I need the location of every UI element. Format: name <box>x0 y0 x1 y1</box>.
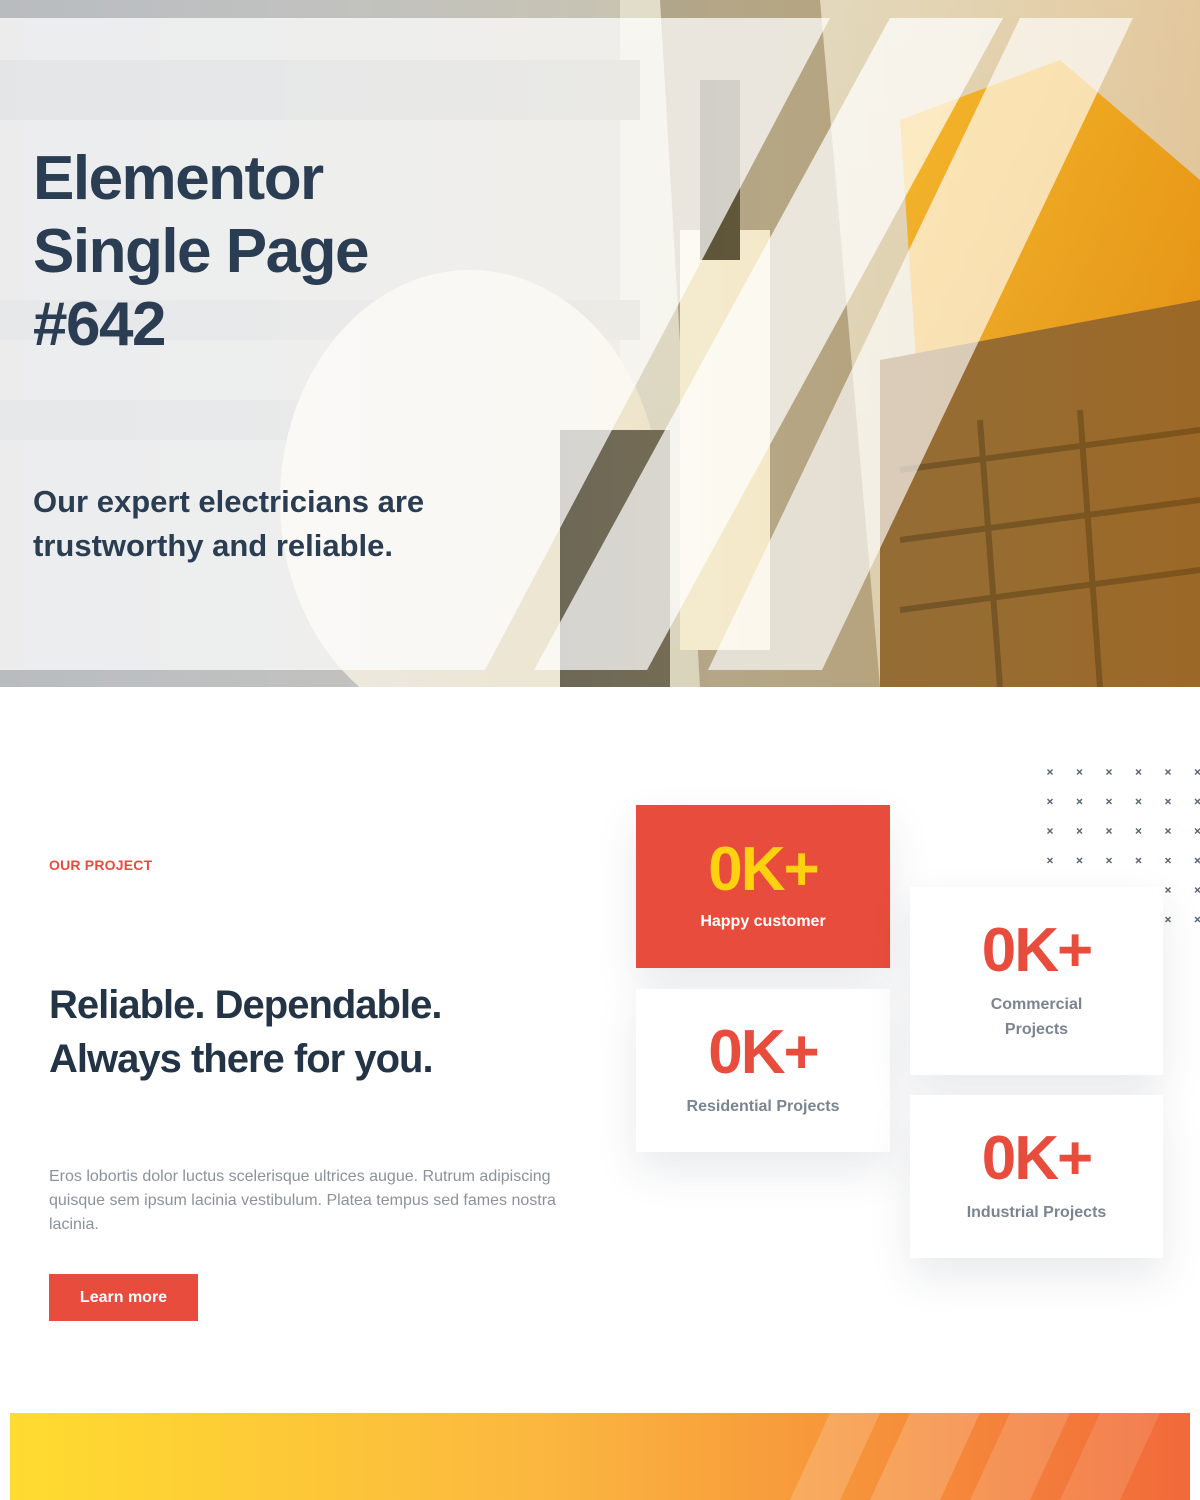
cross-mark <box>1135 769 1142 775</box>
stat-value: 0K+ <box>708 1018 819 1087</box>
stat-value: 0K+ <box>981 916 1093 985</box>
stat-value: 0K+ <box>708 835 819 904</box>
cross-mark <box>1135 798 1142 805</box>
cross-mark <box>1106 769 1112 775</box>
cross-mark <box>1076 769 1083 775</box>
hero-title-line: Elementor <box>33 144 324 213</box>
cross-mark <box>1047 798 1053 805</box>
section-title-line: Reliable. Dependable. <box>49 983 442 1027</box>
stat-label: Commercial Projects <box>990 996 1083 1038</box>
cross-mark <box>1135 857 1142 864</box>
cross-mark <box>1076 857 1083 864</box>
stat-card-happy-customer: 0K+ Happy customer <box>636 805 890 968</box>
cross-mark <box>1076 828 1083 834</box>
learn-more-button[interactable]: Learn more <box>49 1274 198 1321</box>
cta-band <box>10 1413 1190 1500</box>
cross-mark <box>1106 828 1112 834</box>
hero-title-line: #642 <box>33 290 166 359</box>
stat-label: Industrial Projects <box>966 1204 1107 1221</box>
cross-mark <box>1165 916 1171 923</box>
stat-value: 0K+ <box>981 1124 1093 1193</box>
stat-label: Residential Projects <box>686 1098 840 1115</box>
cross-mark <box>1165 828 1171 834</box>
cross-mark <box>1194 798 1200 805</box>
hero-section: Elementor Single Page #642 Our expert el… <box>0 0 1200 687</box>
cross-mark <box>1194 916 1200 923</box>
hero-title-line: Single Page <box>33 217 369 286</box>
hero-subtitle-line: trustworthy and reliable. <box>33 528 394 563</box>
hero-subtitle-line: Our expert electricians are <box>33 484 425 519</box>
stat-card-residential: 0K+ Residential Projects <box>636 989 890 1152</box>
cross-mark <box>1194 769 1200 775</box>
cross-mark <box>1047 828 1053 834</box>
hero-subtitle: Our expert electricians are trustworthy … <box>33 480 493 568</box>
cross-mark <box>1194 828 1200 834</box>
cross-mark <box>1135 828 1142 834</box>
stat-card-industrial: 0K+ Industrial Projects <box>910 1095 1163 1258</box>
cross-mark <box>1165 887 1171 893</box>
section-title: Reliable. Dependable. Always there for y… <box>49 978 569 1086</box>
stat-label: Happy customer <box>700 913 826 930</box>
stat-card-commercial: 0K+ Commercial Projects <box>910 887 1163 1075</box>
cross-mark <box>1165 798 1171 805</box>
cross-mark <box>1106 857 1112 864</box>
hero-title: Elementor Single Page #642 <box>33 142 553 361</box>
cross-mark <box>1047 769 1053 775</box>
cross-mark <box>1194 857 1200 864</box>
cross-mark <box>1076 798 1083 805</box>
cross-mark <box>1194 887 1200 893</box>
cross-mark <box>1165 769 1171 775</box>
cross-mark <box>1106 798 1112 805</box>
section-title-line: Always there for you. <box>49 1037 434 1081</box>
cross-mark <box>1047 857 1053 864</box>
section-eyebrow: OUR PROJECT <box>49 857 153 873</box>
section-body-text: Eros lobortis dolor luctus scelerisque u… <box>49 1168 556 1233</box>
band-stripes <box>790 1413 1160 1500</box>
cross-mark <box>1165 857 1171 864</box>
